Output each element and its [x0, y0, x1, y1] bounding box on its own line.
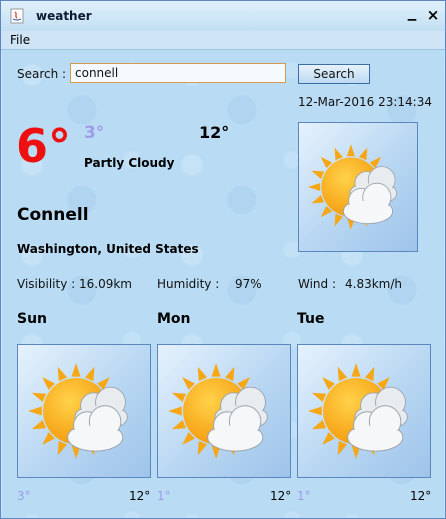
forecast-day-1: Sun: [17, 311, 48, 327]
visibility-label: Visibility :: [17, 277, 76, 291]
weather-panel: Search : Search 12-Mar-2016 23:14:34 6° …: [2, 50, 444, 518]
forecast-day-3: Tue: [297, 311, 325, 327]
title-bar[interactable]: weather ▁ ×: [1, 1, 445, 31]
current-weather-tile: [298, 122, 418, 252]
forecast-tile-1: [17, 344, 151, 478]
city-name: Connell: [17, 205, 89, 225]
wind-value: 4.83km/h: [345, 277, 403, 291]
visibility-value: 16.09km: [79, 277, 132, 291]
partly-cloudy-icon: [308, 363, 408, 459]
java-app-icon: [10, 8, 24, 24]
forecast-high-2: 12°: [270, 489, 292, 503]
forecast-tile-3: [297, 344, 431, 478]
partly-cloudy-icon: [168, 363, 268, 459]
current-low-temperature: 3°: [84, 123, 105, 143]
humidity-label: Humidity :: [157, 277, 220, 291]
forecast-low-2: 1°: [157, 489, 171, 503]
minimize-icon[interactable]: ▁: [404, 7, 420, 23]
region-name: Washington, United States: [17, 242, 199, 256]
menu-file[interactable]: File: [10, 33, 30, 47]
partly-cloudy-icon: [28, 363, 128, 459]
wind-label: Wind :: [298, 277, 337, 291]
forecast-low-3: 1°: [297, 489, 311, 503]
menu-bar: File: [1, 31, 445, 50]
window-title: weather: [36, 9, 92, 23]
datetime-label: 12-Mar-2016 23:14:34: [297, 95, 432, 109]
forecast-high-1: 12°: [129, 489, 151, 503]
current-high-temperature: 12°: [199, 123, 230, 142]
close-icon[interactable]: ×: [425, 7, 441, 23]
humidity-value: 97%: [235, 277, 262, 291]
partly-cloudy-icon: [308, 144, 398, 230]
forecast-tile-2: [157, 344, 291, 478]
search-button[interactable]: Search: [298, 64, 370, 84]
forecast-high-3: 12°: [410, 489, 432, 503]
search-label: Search :: [17, 67, 67, 81]
search-input[interactable]: [70, 63, 286, 83]
current-temperature: 6°: [16, 119, 72, 173]
weather-condition: Partly Cloudy: [84, 156, 175, 170]
forecast-low-1: 3°: [17, 489, 31, 503]
weather-window: weather ▁ × File Search : Search 12-Mar-…: [0, 0, 446, 519]
forecast-day-2: Mon: [157, 311, 191, 327]
